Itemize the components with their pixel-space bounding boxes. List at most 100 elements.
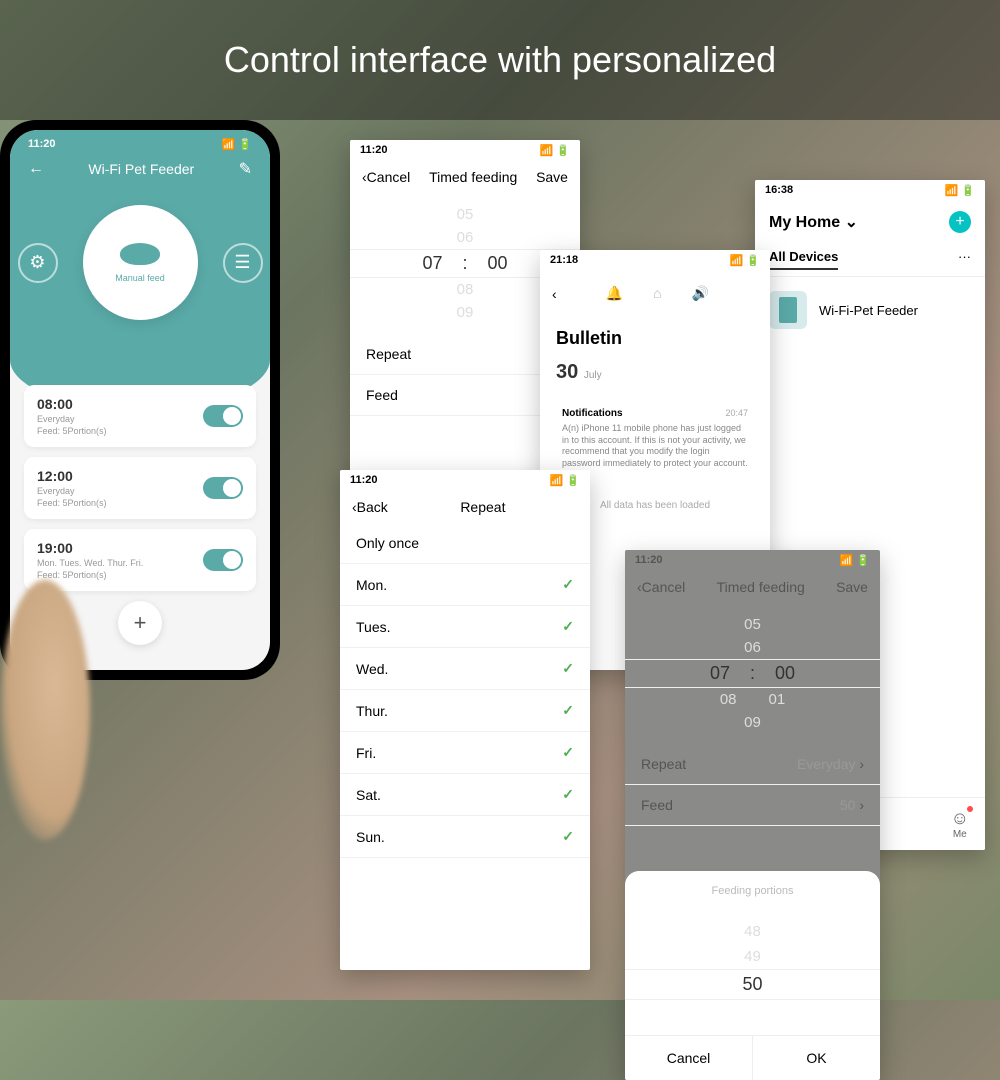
add-schedule-button[interactable]: + [118, 601, 162, 645]
header-title: Control interface with personalized [224, 39, 776, 81]
back-icon[interactable]: ‹ [552, 286, 557, 302]
device-row[interactable]: Wi-Fi-Pet Feeder [755, 277, 985, 343]
home-icon[interactable]: ⌂ [653, 285, 661, 302]
wheel-row: 06 [625, 636, 880, 659]
page-title: Wi-Fi Pet Feeder [88, 161, 194, 177]
wheel-row: 49 [625, 944, 880, 969]
add-device-button[interactable]: + [949, 211, 971, 233]
schedule-time: 08:00 [37, 396, 107, 412]
schedule-feed: Feed: 5Portion(s) [37, 498, 107, 508]
label: Wed. [356, 661, 388, 677]
more-icon[interactable]: ··· [958, 249, 971, 270]
save-button[interactable]: Save [536, 169, 568, 185]
wheel-hour: 07 [422, 253, 442, 274]
repeat-option-once[interactable]: Only once [340, 523, 590, 564]
tab-all-devices[interactable]: All Devices [769, 249, 838, 270]
device-name: Wi-Fi-Pet Feeder [819, 303, 918, 318]
portions-picker[interactable]: 48 49 50 [625, 909, 880, 1035]
wheel-row: 08 [720, 691, 737, 708]
stage: 11:20 📶 🔋 ← Wi-Fi Pet Feeder ✎ ⚙ Manual … [0, 120, 1000, 1000]
check-icon: ✓ [562, 702, 574, 719]
repeat-option[interactable]: Mon. ✓ [340, 564, 590, 606]
save-button[interactable]: Save [836, 579, 868, 595]
sheet-title: Feeding portions [625, 885, 880, 897]
time-picker-dimmed: 05 06 07:00 0801 09 [625, 603, 880, 744]
label: Fri. [356, 745, 376, 761]
check-icon: ✓ [562, 660, 574, 677]
status-time: 11:20 [350, 474, 378, 487]
repeat-option[interactable]: Thur. ✓ [340, 690, 590, 732]
bell-icon[interactable]: 🔔 [606, 285, 623, 302]
status-time: 11:20 [28, 138, 56, 151]
hand-silhouette [0, 580, 90, 840]
status-time: 21:18 [550, 254, 578, 267]
check-icon: ✓ [562, 744, 574, 761]
schedule-toggle[interactable] [203, 477, 243, 499]
repeat-row: RepeatEveryday › [625, 744, 880, 785]
schedule-time: 12:00 [37, 468, 107, 484]
label: Sun. [356, 829, 385, 845]
notif-body: A(n) iPhone 11 mobile phone has just log… [562, 423, 748, 470]
wheel-row: 05 [625, 613, 880, 636]
label: Tues. [356, 619, 391, 635]
wheel-row: 06 [350, 226, 580, 249]
screen-repeat: 11:20📶 🔋 ‹BackRepeat Only once Mon.✓ Tue… [340, 470, 590, 970]
repeat-option[interactable]: Tues. ✓ [340, 606, 590, 648]
label: Thur. [356, 703, 388, 719]
back-button[interactable]: ‹Back [352, 499, 388, 515]
check-icon: ✓ [562, 576, 574, 593]
schedule-card[interactable]: 12:00EverydayFeed: 5Portion(s) [24, 457, 256, 519]
manual-feed-button[interactable]: Manual feed [83, 205, 198, 320]
portions-action-sheet: Feeding portions 48 49 50 Cancel OK [625, 871, 880, 1080]
feed-row: Feed50 › [625, 785, 880, 826]
repeat-option[interactable]: Sun.✓ [340, 816, 590, 858]
repeat-option[interactable]: Fri. ✓ [340, 732, 590, 774]
schedule-time: 19:00 [37, 540, 143, 556]
chevron-down-icon: ⌄ [845, 214, 858, 231]
page-title: Timed feeding [717, 579, 805, 595]
home-selector[interactable]: My Home ⌄ [769, 212, 858, 232]
wheel-row: 09 [625, 711, 880, 734]
wheel-row: 01 [769, 691, 786, 708]
wheel-row: 05 [350, 203, 580, 226]
schedule-card[interactable]: 08:00EverydayFeed: 5Portion(s) [24, 385, 256, 447]
status-icons: 📶 🔋 [730, 254, 760, 267]
label: Feed [366, 387, 398, 403]
repeat-option[interactable]: Wed. ✓ [340, 648, 590, 690]
profile-icon: ☺ [951, 808, 969, 829]
back-icon[interactable]: ← [28, 160, 44, 178]
repeat-option[interactable]: Sat. ✓ [340, 774, 590, 816]
edit-icon[interactable]: ✎ [239, 159, 252, 179]
bulletin-title: Bulletin [540, 316, 770, 361]
wheel-selected: 50 [742, 974, 762, 995]
label: Only once [356, 535, 419, 551]
cancel-button[interactable]: ‹Cancel [362, 169, 410, 185]
status-icons: 📶 🔋 [222, 138, 252, 151]
screen-portions-sheet: 11:20📶 🔋 ‹CancelTimed feedingSave 05 06 … [625, 550, 880, 1080]
check-icon: ✓ [562, 786, 574, 803]
notification-card[interactable]: 20:47 Notifications A(n) iPhone 11 mobil… [552, 398, 758, 480]
schedule-toggle[interactable] [203, 549, 243, 571]
speaker-icon[interactable]: 🔊 [692, 285, 709, 302]
bowl-icon [120, 243, 160, 265]
settings-icon[interactable]: ⚙ [18, 243, 58, 283]
schedule-feed: Feed: 5Portion(s) [37, 426, 107, 436]
check-icon: ✓ [562, 618, 574, 635]
sheet-cancel-button[interactable]: Cancel [625, 1036, 753, 1080]
schedule-feed: Feed: 5Portion(s) [37, 570, 143, 580]
notif-time: 20:47 [725, 408, 748, 418]
sheet-ok-button[interactable]: OK [753, 1036, 880, 1080]
tab-me[interactable]: ☺Me [951, 808, 969, 840]
cancel-button[interactable]: ‹Cancel [637, 579, 685, 595]
bulletin-date: 30 July [540, 361, 770, 384]
label: Sat. [356, 787, 381, 803]
device-icon [769, 291, 807, 329]
teal-header: 11:20 📶 🔋 ← Wi-Fi Pet Feeder ✎ ⚙ Manual … [10, 130, 270, 410]
list-icon[interactable]: ☰ [223, 243, 263, 283]
status-time: 11:20 [635, 554, 663, 567]
page-title: Repeat [460, 499, 505, 515]
status-time: 16:38 [765, 184, 793, 197]
schedule-card[interactable]: 19:00Mon. Tues. Wed. Thur. Fri.Feed: 5Po… [24, 529, 256, 591]
schedule-toggle[interactable] [203, 405, 243, 427]
label: Mon. [356, 577, 387, 593]
